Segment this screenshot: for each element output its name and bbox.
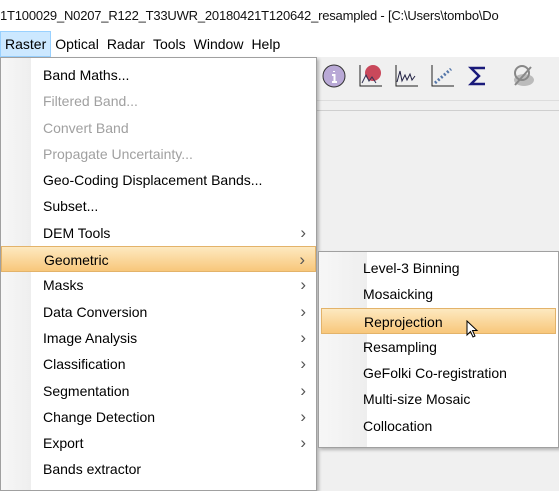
menu-raster[interactable]: Raster: [0, 31, 52, 57]
menu-item-propagate-uncertainty: Propagate Uncertainty...: [1, 141, 316, 167]
menu-item-label: Bands extractor: [43, 461, 142, 478]
menu-item-label: Convert Band: [43, 119, 129, 136]
chevron-right-icon: ›: [299, 250, 305, 270]
statistics-sigma-icon[interactable]: [464, 63, 492, 91]
menu-item-geo-coding-displacement-bands[interactable]: Geo-Coding Displacement Bands...: [1, 167, 316, 193]
mouse-cursor-icon: [466, 320, 479, 338]
toolbar: [316, 57, 559, 101]
chevron-right-icon: ›: [300, 275, 306, 295]
menu-item-label: Geometric: [44, 252, 109, 269]
menu-item-label: Reprojection: [364, 313, 443, 330]
menu-item-bands-extractor[interactable]: Bands extractor: [1, 456, 316, 482]
geometric-submenu: Level-3 Binning Mosaicking Reprojection Res…: [318, 251, 559, 448]
menu-item-label: Segmentation: [43, 382, 130, 399]
chevron-right-icon: ›: [300, 222, 306, 242]
chevron-right-icon: ›: [300, 327, 306, 347]
menu-item-label: Propagate Uncertainty...: [43, 145, 193, 162]
menu-item-image-analysis[interactable]: Image Analysis ›: [1, 325, 316, 351]
menu-window[interactable]: Window: [190, 31, 248, 57]
submenu-item-resampling[interactable]: Resampling: [321, 334, 556, 360]
menu-item-filtered-band: Filtered Band...: [1, 88, 316, 114]
menu-item-label: Resampling: [363, 338, 437, 355]
menu-item-export[interactable]: Export ›: [1, 430, 316, 456]
hide-layer-icon[interactable]: [510, 63, 538, 91]
submenu-item-gefolki-co-registration[interactable]: GeFolki Co-registration: [321, 360, 556, 386]
information-icon[interactable]: [320, 63, 348, 91]
menu-item-label: Mosaicking: [363, 286, 434, 303]
menu-item-label: Data Conversion: [43, 303, 148, 320]
menu-item-segmentation[interactable]: Segmentation ›: [1, 378, 316, 404]
menu-item-subset[interactable]: Subset...: [1, 193, 316, 219]
menu-item-band-maths[interactable]: Band Maths...: [1, 62, 316, 88]
menu-item-data-conversion[interactable]: Data Conversion ›: [1, 299, 316, 325]
menu-item-change-detection[interactable]: Change Detection ›: [1, 404, 316, 430]
window-title: 1T100029_N0207_R122_T33UWR_20180421T1206…: [0, 0, 559, 31]
menu-item-label: Filtered Band...: [43, 93, 138, 110]
menu-item-label: DEM Tools: [43, 224, 111, 241]
menu-item-masks[interactable]: Masks ›: [1, 272, 316, 298]
menu-item-label: Export: [43, 435, 84, 452]
menu-item-label: Image Analysis: [43, 329, 138, 346]
menu-item-label: Masks: [43, 277, 84, 294]
menu-item-label: GeFolki Co-registration: [363, 365, 507, 382]
menu-item-label: Geo-Coding Displacement Bands...: [43, 172, 263, 189]
spectrum-icon[interactable]: [392, 63, 420, 91]
pixel-info-icon[interactable]: [356, 63, 384, 91]
submenu-item-collocation[interactable]: Collocation: [321, 413, 556, 439]
chevron-right-icon: ›: [300, 433, 306, 453]
menu-item-classification[interactable]: Classification ›: [1, 351, 316, 377]
menu-item-label: Level-3 Binning: [363, 260, 460, 276]
menu-help[interactable]: Help: [247, 31, 284, 57]
submenu-item-reprojection[interactable]: Reprojection: [321, 307, 556, 334]
menu-item-label: Band Maths...: [43, 67, 130, 83]
menu-item-convert-band: Convert Band: [1, 115, 316, 141]
menu-item-label: Collocation: [363, 417, 433, 434]
menu-item-dem-tools[interactable]: DEM Tools ›: [1, 220, 316, 246]
menu-tools[interactable]: Tools: [149, 31, 190, 57]
menubar: Raster Optical Radar Tools Window Help: [0, 31, 559, 57]
menu-item-label: Change Detection: [43, 408, 156, 425]
scatter-plot-icon[interactable]: [428, 63, 456, 91]
submenu-item-multi-size-mosaic[interactable]: Multi-size Mosaic: [321, 386, 556, 412]
menu-item-geometric[interactable]: Geometric ›: [1, 246, 316, 273]
menu-optical[interactable]: Optical: [51, 31, 103, 57]
menu-radar[interactable]: Radar: [103, 31, 149, 57]
submenu-item-mosaicking[interactable]: Mosaicking: [321, 281, 556, 307]
chevron-right-icon: ›: [300, 301, 306, 321]
menu-item-label: Multi-size Mosaic: [363, 391, 471, 408]
submenu-item-level-3-binning[interactable]: Level-3 Binning: [321, 255, 556, 281]
chevron-right-icon: ›: [300, 406, 306, 426]
chevron-right-icon: ›: [300, 380, 306, 400]
menu-item-label: Subset...: [43, 198, 99, 215]
raster-menu: Band Maths... Filtered Band... Convert Ban…: [0, 57, 317, 491]
chevron-right-icon: ›: [300, 354, 306, 374]
menu-item-label: Classification: [43, 356, 126, 373]
